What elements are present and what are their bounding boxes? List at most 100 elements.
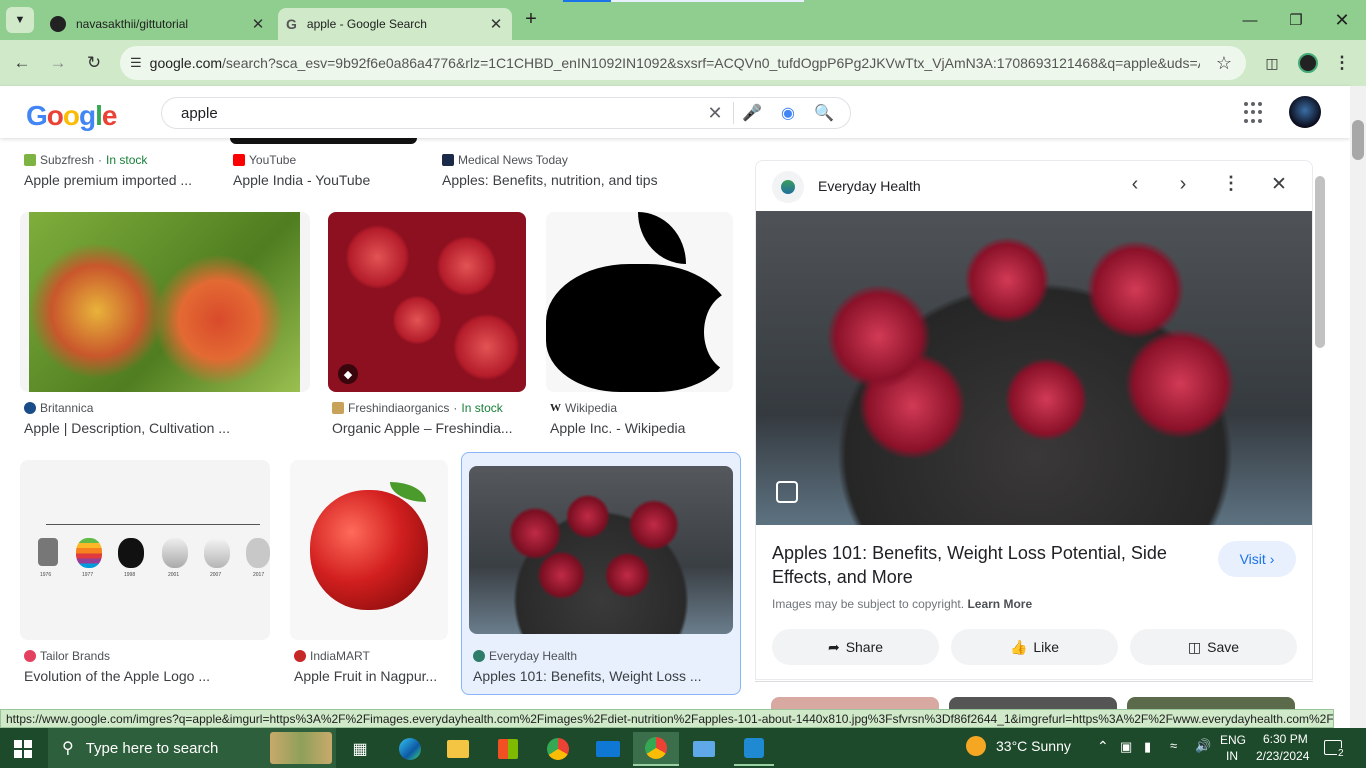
chrome-active-icon[interactable] [633,732,679,766]
result-title[interactable]: Apple | Description, Cultivation ... [24,420,244,436]
file-explorer-icon[interactable] [438,732,478,766]
result-source[interactable]: Subzfresh · In stock [24,153,147,167]
result-image-red-apples[interactable]: ◆ [328,212,526,392]
network-icon[interactable]: ▣ [1120,739,1132,755]
tray-chevron-icon[interactable]: ⌃ [1097,738,1109,755]
result-source[interactable]: Tailor Brands [24,649,110,663]
url-text[interactable]: google.com/search?sca_esv=9b92f6e0a86a47… [150,55,1200,71]
result-title[interactable]: Apple Fruit in Nagpur... [294,668,446,684]
lens-icon[interactable]: ◉ [770,103,806,123]
result-source[interactable]: Medical News Today [442,153,568,167]
restore-button[interactable]: ❐ [1273,6,1319,34]
chrome-icon[interactable] [538,732,578,766]
minimize-button[interactable]: — [1227,6,1273,34]
google-logo[interactable]: Google [26,100,117,132]
result-image-logo-evolution[interactable]: 1976 1977 1998 2001 2007 2017 [20,460,270,640]
taskbar-search-box[interactable]: ⚲ Type here to search [48,728,336,768]
page-scrollbar[interactable] [1350,86,1366,728]
result-title[interactable]: Apples 101: Benefits, Weight Loss ... [473,668,718,684]
tab-gittutorial[interactable]: navasakthii/gittutorial ✕ [42,8,274,40]
remote-app-icon[interactable] [684,732,724,766]
mail-icon[interactable] [588,732,628,766]
close-window-button[interactable]: ✕ [1319,6,1365,34]
address-bar[interactable]: ☰ google.com/search?sca_esv=9b92f6e0a86a… [120,46,1246,80]
search-box[interactable]: apple ✕ 🎤 ◉ 🔍 [161,97,851,129]
volume-icon[interactable]: 🔊 [1195,738,1211,754]
close-tab-icon[interactable]: ✕ [248,14,268,34]
side-panel-icon[interactable]: ◫ [1256,47,1288,79]
result-title[interactable]: Apple premium imported ... [24,172,204,188]
result-image-apple-logo[interactable] [546,212,733,392]
wifi-icon[interactable]: ≈ [1170,738,1177,753]
site-info-icon[interactable]: ☰ [130,55,142,71]
share-icon: ➦ [827,638,840,655]
account-avatar[interactable] [1289,96,1321,128]
result-source[interactable]: YouTube [233,153,296,167]
like-button[interactable]: 👍 Like [951,629,1118,665]
lens-search-icon[interactable] [776,481,798,503]
close-panel-icon[interactable]: ✕ [1264,173,1294,199]
visit-button[interactable]: Visit › [1218,541,1296,577]
search-icon[interactable]: 🔍 [806,103,842,123]
language-in[interactable]: IN [1226,749,1238,763]
close-tab-icon[interactable]: ✕ [486,14,506,34]
save-button[interactable]: ◫ Save [1130,629,1297,665]
result-image-apple-bowl[interactable] [469,466,733,634]
chevron-right-icon: › [1269,551,1275,567]
result-title[interactable]: Organic Apple – Freshindia... [332,420,522,436]
back-button[interactable]: ← [6,47,38,79]
task-view-icon[interactable]: ▦ [340,732,380,766]
edge-icon[interactable] [390,732,430,766]
apps-grid-icon[interactable] [1244,102,1266,124]
forward-button[interactable]: → [42,47,74,79]
result-title[interactable]: Apple India - YouTube [233,172,423,188]
clock-time[interactable]: 6:30 PM [1263,732,1308,746]
clear-icon[interactable]: ✕ [697,103,733,124]
microphone-icon[interactable]: 🎤 [734,103,770,123]
result-source[interactable]: Freshindiaorganics · In stock [332,401,503,415]
share-button[interactable]: ➦ Share [772,629,939,665]
new-tab-button[interactable]: + [520,8,542,30]
previous-image-button[interactable]: ‹ [1120,173,1150,199]
next-image-button[interactable]: › [1168,173,1198,199]
battery-icon[interactable]: ▮ [1144,739,1151,755]
bookmark-star-icon[interactable]: ☆ [1216,53,1232,74]
logo-year-label: 2007 [210,572,222,578]
tab-search-button[interactable]: ▼ [6,7,34,33]
result-image-single-apple[interactable] [290,460,448,640]
panel-title[interactable]: Apples 101: Benefits, Weight Loss Potent… [772,541,1182,589]
preview-image[interactable] [756,211,1312,525]
result-source[interactable]: Everyday Health [473,649,577,663]
panel-scrollbar[interactable] [1315,176,1325,348]
related-thumb[interactable] [1127,697,1295,709]
browser-menu-icon[interactable]: ⋮ [1326,47,1358,79]
related-thumb[interactable] [771,697,939,709]
panel-source-name[interactable]: Everyday Health [818,178,921,194]
search-input[interactable]: apple [181,105,697,122]
windows-taskbar: ⚲ Type here to search ▦ 33°C Sunny ⌃ ▣ ▮… [0,728,1366,768]
tailorbrands-favicon [24,650,36,662]
vscode-icon[interactable] [734,732,774,766]
tab-apple-search[interactable]: G apple - Google Search ✕ [278,8,512,40]
language-eng[interactable]: ENG [1220,733,1246,747]
result-title[interactable]: Evolution of the Apple Logo ... [24,668,254,684]
britannica-favicon [24,402,36,414]
store-icon[interactable] [488,732,528,766]
related-thumb[interactable] [949,697,1117,709]
clock-date[interactable]: 2/23/2024 [1256,749,1309,763]
taskbar-search-placeholder: Type here to search [85,739,219,757]
start-button[interactable] [3,732,43,766]
profile-avatar[interactable] [1298,53,1318,73]
learn-more-link[interactable]: Learn More [967,597,1032,611]
weather-widget[interactable]: 33°C Sunny [966,736,1071,756]
tab-loading-track [611,0,804,2]
reload-button[interactable]: ↻ [78,47,110,79]
more-options-icon[interactable]: ⋮ [1216,173,1246,199]
result-title[interactable]: Apple Inc. - Wikipedia [550,420,730,436]
result-source[interactable]: Britannica [24,401,93,415]
result-image-apple-tree[interactable] [20,212,310,392]
result-source[interactable]: IndiaMART [294,649,370,663]
scrollbar-thumb[interactable] [1352,120,1364,160]
result-source[interactable]: W Wikipedia [550,401,617,415]
result-title[interactable]: Apples: Benefits, nutrition, and tips [442,172,682,188]
